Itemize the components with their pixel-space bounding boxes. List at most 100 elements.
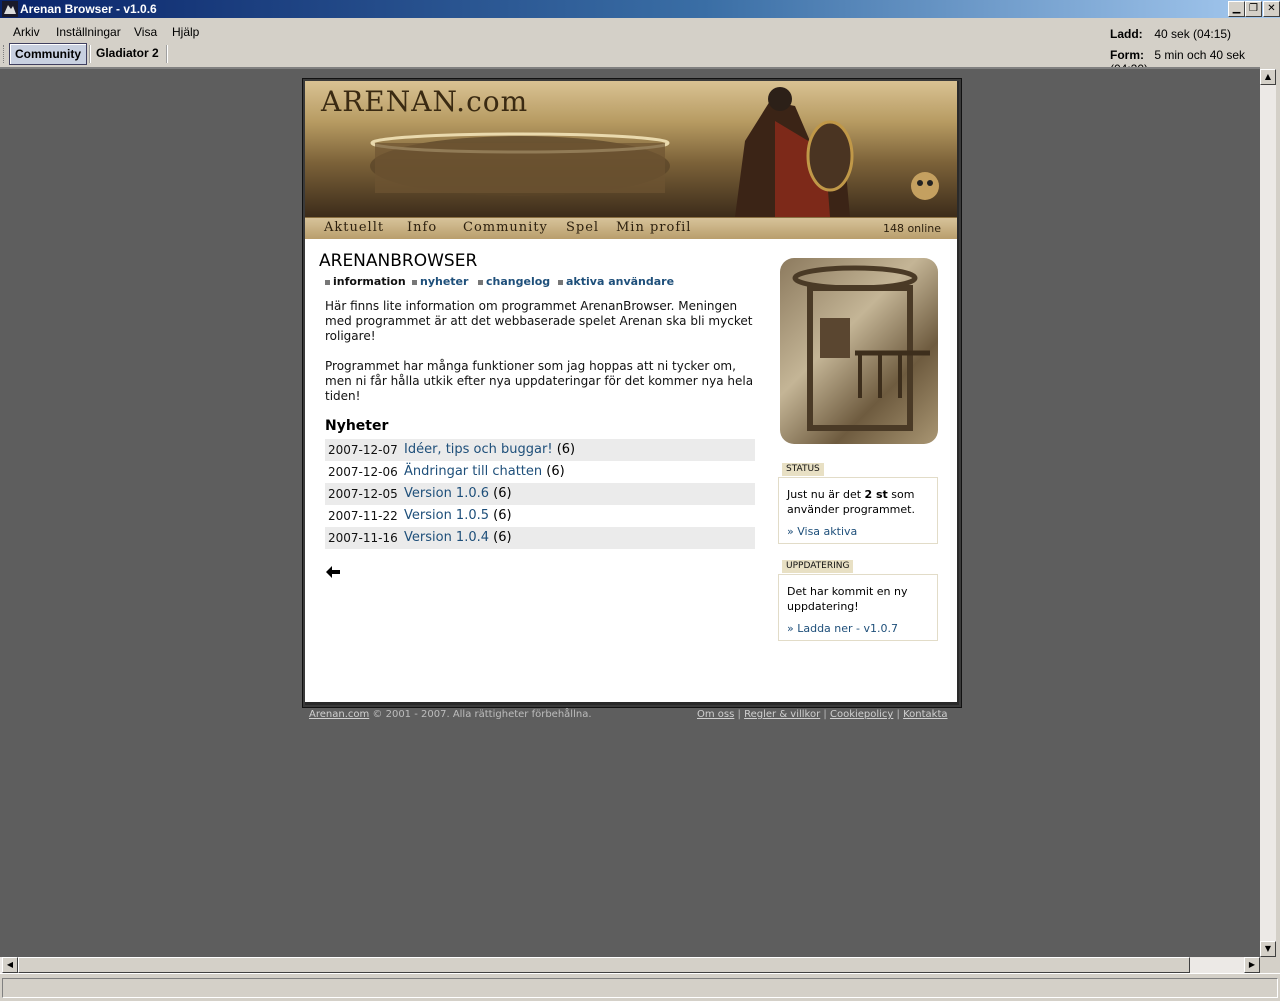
footer-cookiepolicy[interactable]: Cookiepolicy: [830, 709, 893, 720]
footer-copyright-text: © 2001 - 2007. Alla rättigheter förbehål…: [369, 709, 592, 720]
subnav-changelog-label: changelog: [486, 275, 551, 288]
footer-separator: |: [737, 709, 741, 720]
update-box: Det har kommit en ny uppdatering! » Ladd…: [778, 574, 938, 641]
footer-site-link[interactable]: Arenan.com: [309, 709, 369, 720]
scroll-up-button[interactable]: ▲: [1260, 69, 1276, 85]
menu-arkiv[interactable]: Arkiv: [13, 25, 40, 39]
news-date: 2007-12-05: [328, 487, 398, 501]
news-link[interactable]: Version 1.0.6: [404, 486, 489, 501]
close-button[interactable]: ✕: [1263, 1, 1280, 17]
news-count: (6): [493, 530, 512, 545]
tab-community[interactable]: Community: [9, 43, 87, 65]
footer-separator: |: [896, 709, 900, 720]
nav-min-profil[interactable]: Min profil: [616, 220, 691, 235]
news-link[interactable]: Ändringar till chatten: [404, 464, 542, 479]
wooden-structure-artwork: [792, 265, 930, 431]
menu-bar: Arkiv Inställningar Visa Hjälp: [0, 18, 1280, 44]
site-banner: ARENAN.com: [305, 81, 957, 217]
site-nav: Aktuellt Info Community Spel Min profil …: [305, 217, 957, 240]
scroll-left-button[interactable]: ◀: [2, 957, 18, 973]
minimize-button[interactable]: ▁: [1228, 1, 1245, 17]
toolbar-separator: [166, 45, 168, 63]
horizontal-scroll-thumb[interactable]: [18, 957, 1190, 973]
page-title: ARENANBROWSER: [319, 251, 478, 271]
back-arrow-icon[interactable]: [326, 566, 340, 578]
tab-gladiator-2[interactable]: Gladiator 2: [91, 43, 164, 63]
horizontal-scrollbar[interactable]: ◀ ▶: [0, 957, 1260, 973]
restore-button[interactable]: ❐: [1245, 1, 1262, 17]
footer-om-oss[interactable]: Om oss: [697, 709, 734, 720]
toolbar-grip[interactable]: [3, 45, 7, 63]
status-text-before: Just nu är det: [787, 488, 865, 501]
news-row: 2007-11-16 Version 1.0.4 (6): [325, 527, 755, 549]
news-count: (6): [556, 442, 576, 457]
active-users-count: 2 st: [864, 488, 888, 501]
download-update-link[interactable]: » Ladda ner - v1.0.7: [787, 622, 898, 635]
ladd-label: Ladd:: [1110, 27, 1143, 41]
nav-community[interactable]: Community: [463, 220, 548, 235]
ladd-value: 40 sek (04:15): [1154, 27, 1232, 41]
news-link[interactable]: Version 1.0.5: [404, 508, 489, 523]
footer-copyright: Arenan.com © 2001 - 2007. Alla rättighet…: [309, 709, 592, 720]
news-row: 2007-11-22 Version 1.0.5 (6): [325, 505, 755, 527]
bullet-icon: [325, 279, 330, 285]
window-title: Arenan Browser - v1.0.6: [20, 2, 157, 16]
footer-links: Om oss | Regler & villkor | Cookiepolicy…: [697, 709, 948, 720]
subnav-aktiva-label: aktiva användare: [566, 275, 675, 288]
nav-info[interactable]: Info: [407, 220, 437, 235]
news-row: 2007-12-06 Ändringar till chatten (6): [325, 461, 755, 483]
close-icon: ✕: [1267, 3, 1276, 14]
ladd-info: Ladd: 40 sek (04:15): [1110, 27, 1231, 41]
news-count: (6): [546, 464, 565, 479]
menu-hjalp[interactable]: Hjälp: [172, 25, 199, 39]
footer-kontakta[interactable]: Kontakta: [903, 709, 947, 720]
features-paragraph: Programmet har många funktioner som jag …: [325, 359, 754, 403]
news-count: (6): [493, 486, 512, 501]
side-illustration: [780, 258, 938, 444]
subnav-information[interactable]: information: [325, 275, 406, 288]
vertical-scrollbar[interactable]: ▲ ▼: [1260, 69, 1276, 957]
chevron-up-icon: ▲: [1264, 72, 1272, 81]
status-bar: [0, 973, 1280, 1001]
window-titlebar: Arenan Browser - v1.0.6 ▁ ❐ ✕: [0, 0, 1280, 18]
restore-icon: ❐: [1249, 3, 1258, 14]
subnav-nyheter-label: nyheter: [420, 275, 469, 288]
news-link[interactable]: Version 1.0.4: [404, 530, 489, 545]
nav-aktuellt[interactable]: Aktuellt: [324, 220, 384, 235]
news-heading: Nyheter: [325, 418, 389, 434]
bullet-icon: [412, 279, 417, 285]
bullet-icon: [478, 279, 483, 285]
toolbar: Community Gladiator 2: [0, 42, 1280, 67]
site-logo[interactable]: ARENAN.com: [321, 85, 528, 118]
subnav-information-label: information: [333, 275, 406, 288]
news-date: 2007-11-16: [328, 531, 398, 545]
scroll-down-button[interactable]: ▼: [1260, 941, 1276, 957]
update-box-label: UPPDATERING: [782, 560, 854, 573]
chevron-down-icon: ▼: [1264, 944, 1272, 953]
scroll-right-button[interactable]: ▶: [1244, 957, 1260, 973]
subnav-changelog[interactable]: changelog: [478, 275, 550, 288]
form-label: Form:: [1110, 48, 1144, 62]
online-count: 148 online: [882, 222, 941, 235]
news-date: 2007-11-22: [328, 509, 398, 523]
menu-visa[interactable]: Visa: [134, 25, 157, 39]
status-text: Just nu är det 2 st som använder program…: [787, 487, 932, 517]
footer-regler[interactable]: Regler & villkor: [744, 709, 820, 720]
intro-paragraph: Här finns lite information om programmet…: [325, 299, 753, 343]
bullet-icon: [558, 279, 563, 285]
news-count: (6): [493, 508, 512, 523]
news-row: 2007-12-05 Version 1.0.6 (6): [325, 483, 755, 505]
news-link[interactable]: Idéer, tips och buggar!: [404, 442, 553, 457]
subnav-aktiva-anvandare[interactable]: aktiva användare: [558, 275, 674, 288]
minimize-icon: ▁: [1232, 3, 1241, 14]
chevron-right-icon: ▶: [1248, 960, 1256, 969]
chevron-left-icon: ◀: [6, 960, 14, 969]
news-date: 2007-12-07: [328, 443, 398, 457]
app-icon: [2, 1, 18, 17]
news-row: 2007-12-07 Idéer, tips och buggar! (6): [325, 439, 755, 461]
subnav-nyheter[interactable]: nyheter: [412, 275, 468, 288]
show-active-link[interactable]: » Visa aktiva: [787, 525, 857, 538]
nav-spel[interactable]: Spel: [566, 220, 599, 235]
news-date: 2007-12-06: [328, 465, 398, 479]
menu-installningar[interactable]: Inställningar: [56, 25, 121, 39]
